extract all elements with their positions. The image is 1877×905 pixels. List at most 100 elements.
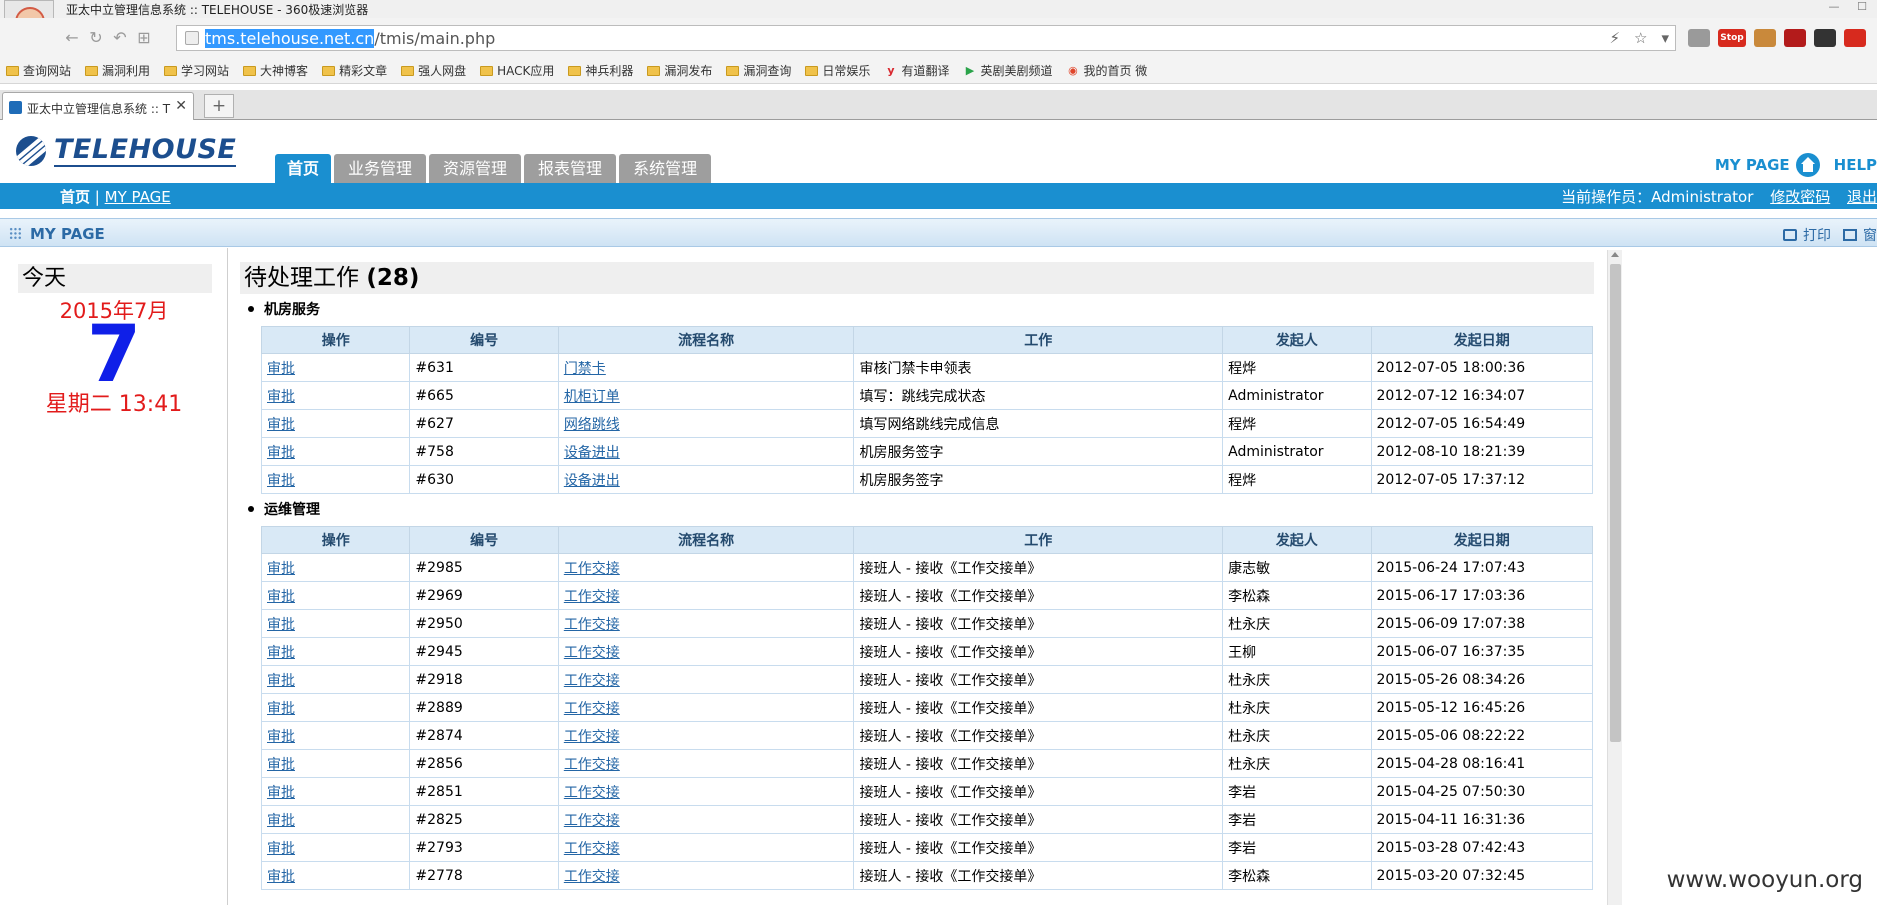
breadcrumb-mypage[interactable]: MY PAGE (105, 188, 171, 206)
print-button[interactable]: 打印 (1783, 225, 1831, 245)
nav-tab-3[interactable]: 资源管理 (429, 154, 522, 183)
approve-link[interactable]: 审批 (260, 353, 411, 382)
approve-link[interactable]: 审批 (260, 861, 411, 890)
pending-title: 待处理工作 (28) (240, 262, 1594, 294)
process-link[interactable]: 工作交接 (557, 721, 855, 750)
bookmark-item[interactable]: 漏洞查询 (726, 62, 791, 79)
chevron-down-icon[interactable]: ▾ (1661, 29, 1669, 47)
vertical-scrollbar[interactable] (1607, 250, 1622, 905)
process-link[interactable]: 设备进出 (557, 465, 855, 494)
bookmark-item[interactable]: y 有道翻译 (884, 62, 949, 79)
bookmark-item[interactable]: 日常娱乐 (805, 62, 870, 79)
process-link[interactable]: 工作交接 (557, 609, 855, 638)
bullet-icon (248, 306, 254, 312)
browser-tab-active[interactable]: 亚太中立管理信息系统 :: TE ✕ (2, 92, 194, 120)
url-host: tms.telehouse.net.cn (205, 29, 375, 48)
bookmark-item[interactable]: 精彩文章 (322, 62, 387, 79)
process-link[interactable]: 工作交接 (557, 693, 855, 722)
telehouse-logo[interactable]: TELEHOUSE (16, 135, 237, 167)
new-tab-button[interactable]: + (204, 94, 234, 118)
cookie-extension-icon[interactable] (1754, 29, 1776, 47)
scrollbar-thumb[interactable] (1610, 264, 1621, 742)
approve-link[interactable]: 审批 (260, 381, 411, 410)
change-password-link[interactable]: 修改密码 (1770, 188, 1830, 206)
back-arrow-icon[interactable]: ← (62, 28, 82, 48)
operator-label: 当前操作员： (1561, 188, 1652, 206)
nav-tab-2[interactable]: 业务管理 (334, 154, 427, 183)
bookmark-item[interactable]: ▶ 英剧美剧频道 (963, 62, 1053, 79)
close-tab-icon[interactable]: ✕ (175, 98, 187, 114)
home-icon[interactable] (1795, 153, 1820, 177)
process-link[interactable]: 网络跳线 (557, 409, 855, 438)
process-link[interactable]: 设备进出 (557, 437, 855, 466)
bookmark-label: 查询网站 (23, 64, 72, 78)
nav-tab-4[interactable]: 报表管理 (524, 154, 617, 183)
bookmark-item[interactable]: HACK应用 (480, 62, 554, 79)
cell-initiator: 杜永庆 (1222, 749, 1372, 778)
shield-extension-icon[interactable] (1688, 29, 1710, 47)
process-link[interactable]: 工作交接 (557, 665, 855, 694)
process-link[interactable]: 工作交接 (557, 553, 855, 582)
bookmark-item[interactable]: 强人网盘 (401, 62, 466, 79)
notification-extension-icon[interactable] (1844, 29, 1866, 47)
logout-link[interactable]: 退出 (1847, 188, 1877, 206)
process-link[interactable]: 机柜订单 (557, 381, 855, 410)
approve-link[interactable]: 审批 (260, 553, 411, 582)
process-link[interactable]: 工作交接 (557, 581, 855, 610)
process-link[interactable]: 工作交接 (557, 861, 855, 890)
bookmark-item[interactable]: 查询网站 (6, 62, 71, 79)
help-link[interactable]: HELP (1834, 156, 1877, 174)
stop-extension-icon[interactable]: Stop (1718, 29, 1746, 47)
approve-link[interactable]: 审批 (260, 409, 411, 438)
bookmark-item[interactable]: 漏洞利用 (85, 62, 150, 79)
apps-grid-icon[interactable]: ⊞ (134, 28, 154, 48)
weibo-icon: ◉ (1068, 63, 1078, 77)
lightning-icon[interactable]: ⚡ (1609, 29, 1620, 47)
process-link[interactable]: 工作交接 (557, 777, 855, 806)
address-bar[interactable]: tms.telehouse.net.cn/tmis/main.php ⚡ ☆ ▾ (176, 25, 1676, 51)
bookmark-item[interactable]: 漏洞发布 (647, 62, 712, 79)
process-link[interactable]: 工作交接 (557, 833, 855, 862)
grid-icon (9, 227, 22, 240)
approve-link[interactable]: 审批 (260, 437, 411, 466)
approve-link[interactable]: 审批 (260, 465, 411, 494)
minimize-icon[interactable]: — (1825, 0, 1843, 14)
address-bar-actions: ⚡ ☆ ▾ (1609, 29, 1669, 47)
bookmark-item[interactable]: 大神博客 (243, 62, 308, 79)
undo-icon[interactable]: ↶ (110, 28, 130, 48)
folder-icon (568, 65, 582, 76)
process-link[interactable]: 门禁卡 (557, 353, 855, 382)
approve-link[interactable]: 审批 (260, 749, 411, 778)
nav-tab-1[interactable]: 首页 (275, 154, 332, 183)
breadcrumb-home[interactable]: 首页 (60, 188, 90, 206)
approve-link[interactable]: 审批 (260, 777, 411, 806)
approve-link[interactable]: 审批 (260, 609, 411, 638)
scroll-up-arrow-icon[interactable] (1611, 252, 1619, 257)
nav-tab-5[interactable]: 系统管理 (619, 154, 712, 183)
process-link[interactable]: 工作交接 (557, 749, 855, 778)
maximize-icon[interactable]: ☐ (1853, 0, 1871, 14)
bookmark-item[interactable]: 学习网站 (164, 62, 229, 79)
window-button[interactable]: 窗 (1843, 225, 1877, 245)
ublock-extension-icon[interactable] (1784, 29, 1806, 47)
bookmark-item[interactable]: ◉ 我的首页 微 (1066, 62, 1147, 79)
approve-link[interactable]: 审批 (260, 581, 411, 610)
refresh-icon[interactable]: ↻ (86, 28, 106, 48)
table-row: 审批 #630 设备进出 机房服务签字 程烨 2012-07-05 17:37:12 (260, 465, 1594, 494)
cell-id: #2778 (409, 861, 559, 890)
mypage-link[interactable]: MY PAGE (1715, 156, 1790, 174)
approve-link[interactable]: 审批 (260, 721, 411, 750)
approve-link[interactable]: 审批 (260, 805, 411, 834)
approve-link[interactable]: 审批 (260, 693, 411, 722)
star-icon[interactable]: ☆ (1634, 29, 1647, 47)
process-link[interactable]: 工作交接 (557, 805, 855, 834)
bookmark-item[interactable]: 神兵利器 (568, 62, 633, 79)
window-controls: — ☐ (1825, 0, 1871, 14)
mask-extension-icon[interactable] (1814, 29, 1836, 47)
url-text[interactable]: tms.telehouse.net.cn/tmis/main.php (205, 29, 495, 48)
window-label: 窗 (1863, 228, 1877, 244)
approve-link[interactable]: 审批 (260, 833, 411, 862)
approve-link[interactable]: 审批 (260, 637, 411, 666)
approve-link[interactable]: 审批 (260, 665, 411, 694)
process-link[interactable]: 工作交接 (557, 637, 855, 666)
